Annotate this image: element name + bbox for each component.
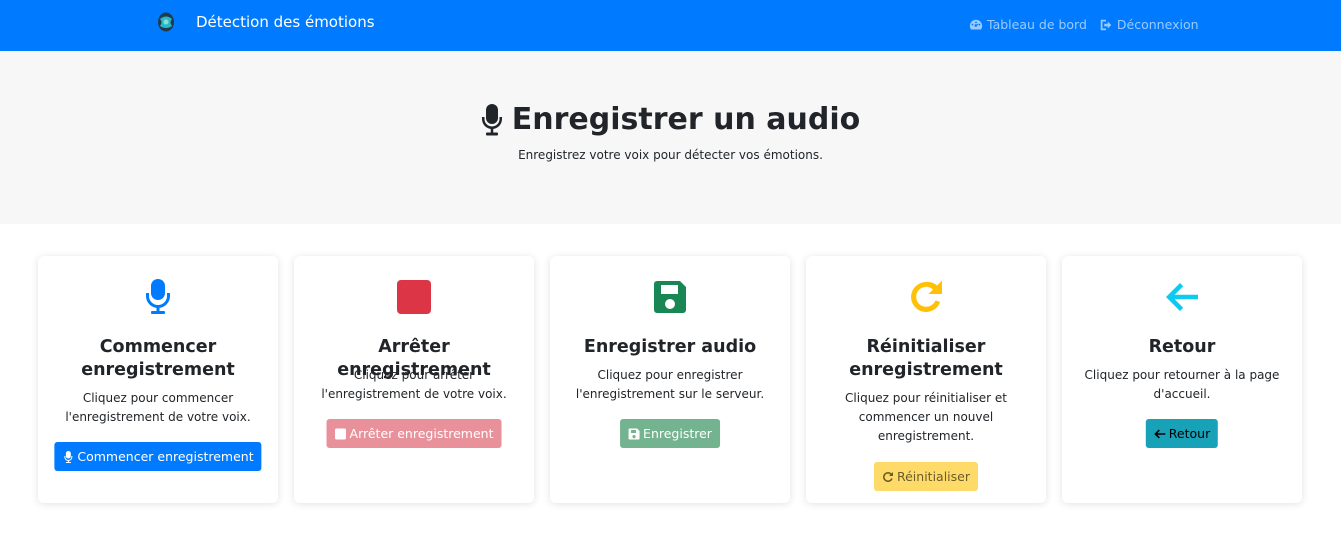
card-title: Réinitialiser enregistrement [849, 337, 1003, 380]
card-text: Cliquez pour commencer l'enregistrement … [65, 391, 251, 424]
microphone-icon [146, 279, 170, 314]
card-text: Cliquez pour arrêter l'enregistrement de… [321, 368, 507, 401]
dashboard-gauge-icon [969, 19, 983, 30]
brain-logo-icon [158, 12, 174, 32]
page-subtitle: Enregistrez votre voix pour détecter vos… [518, 148, 823, 162]
card-text: Cliquez pour enregistrer l'enregistremen… [575, 368, 765, 401]
stop-icon [335, 428, 347, 439]
save-icon [654, 281, 686, 313]
microphone-icon [481, 104, 502, 136]
brand-title: Détection des émotions [196, 13, 375, 31]
button-label: Commencer enregistrement [77, 449, 254, 464]
card-start-recording: Commencer enregistrement Cliquez pour co… [38, 256, 278, 503]
save-audio-button[interactable]: Enregistrer [620, 419, 720, 448]
save-icon [628, 428, 640, 439]
page-title: Enregistrer un audio [0, 101, 1341, 139]
card-title: Enregistrer audio [583, 337, 757, 357]
button-label: Arrêter enregistrement [349, 426, 494, 441]
card-title: Commencer enregistrement [81, 337, 235, 380]
reset-recording-button[interactable]: Réinitialiser [873, 462, 979, 491]
nav-link-logout[interactable]: Déconnexion [1099, 17, 1199, 32]
card-title: Retour [1148, 337, 1216, 357]
redo-icon [882, 471, 893, 482]
card-back: Retour Cliquez pour retourner à la page … [1062, 256, 1302, 503]
arrow-left-icon [1154, 429, 1166, 438]
page-title-text: Enregistrer un audio [511, 102, 861, 137]
nav-link-label: Tableau de bord [987, 17, 1087, 32]
button-label: Retour [1168, 426, 1211, 441]
start-recording-button[interactable]: Commencer enregistrement [54, 442, 262, 471]
microphone-icon [64, 450, 73, 463]
navbar: Détection des émotions Tableau de bord D… [0, 0, 1341, 51]
redo-icon [911, 280, 942, 312]
card-text: Cliquez pour réinitialiser et commencer … [845, 391, 1007, 443]
hero-section: Enregistrer un audio Enregistrez votre v… [0, 51, 1341, 224]
card-save-audio: Enregistrer audio Cliquez pour enregistr… [550, 256, 790, 503]
brand[interactable]: Détection des émotions [156, 11, 375, 33]
card-stop-recording: Arrêter enregistrement Cliquez pour arrê… [294, 256, 534, 503]
nav-link-dashboard[interactable]: Tableau de bord [969, 17, 1087, 32]
arrow-left-icon [1166, 283, 1198, 311]
button-label: Enregistrer [643, 426, 712, 441]
nav-links: Tableau de bord Déconnexion [969, 17, 1199, 32]
back-button[interactable]: Retour [1145, 419, 1219, 448]
button-label: Réinitialiser [896, 469, 971, 484]
stop-icon [397, 280, 431, 314]
sign-out-icon [1100, 19, 1112, 30]
nav-link-label: Déconnexion [1116, 17, 1199, 32]
card-reset-recording: Réinitialiser enregistrement Cliquez pou… [806, 256, 1046, 503]
stop-recording-button[interactable]: Arrêter enregistrement [326, 419, 502, 448]
card-text: Cliquez pour retourner à la page d'accue… [1084, 368, 1280, 401]
